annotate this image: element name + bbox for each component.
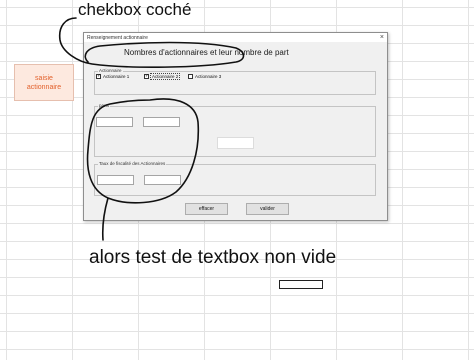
saisie-actionnaire-label: saisie actionnaire [26, 74, 62, 91]
frame-actionnaire-label: Actionnaire [98, 68, 123, 73]
taux-textbox-1[interactable] [97, 175, 134, 185]
valider-button[interactable]: valider [246, 203, 289, 215]
frame-parts-label: parts [98, 103, 111, 108]
dialog-title: Renseignement actionnaire [87, 34, 148, 41]
frame-taux-fiscalite: Taux de fiscalité des Actionnaires [94, 161, 376, 196]
parts-textbox-1[interactable] [96, 117, 133, 127]
stray-textbox[interactable] [279, 280, 323, 289]
taux-textbox-2[interactable] [144, 175, 181, 185]
parts-textbox-2[interactable] [143, 117, 180, 127]
checkbox-actionnaire-2[interactable]: ✓ Actionnaire 2 [144, 73, 181, 80]
renseignement-actionnaire-dialog: Renseignement actionnaire × Nombres d'ac… [83, 32, 388, 221]
annotation-checkbox-checked: chekbox coché [78, 0, 192, 19]
checkbox-box[interactable] [188, 74, 193, 79]
close-icon[interactable]: × [380, 34, 384, 41]
saisie-actionnaire-button[interactable]: saisie actionnaire [14, 64, 74, 101]
checkbox-label: Actionnaire 1 [103, 74, 130, 79]
dialog-heading: Nombres d'actionnaires et leur nombre de… [124, 48, 289, 57]
parts-textbox-3[interactable] [217, 137, 254, 149]
dialog-titlebar: Renseignement actionnaire × [84, 33, 387, 42]
checkbox-label: Actionnaire 2 [149, 73, 181, 80]
frame-taux-label: Taux de fiscalité des Actionnaires [98, 161, 167, 166]
checkbox-actionnaire-1[interactable]: ✓ Actionnaire 1 [96, 74, 129, 79]
checkbox-box[interactable]: ✓ [96, 74, 101, 79]
frame-actionnaire: Actionnaire [94, 68, 376, 95]
frame-parts: parts [94, 103, 376, 157]
checkbox-box[interactable]: ✓ [144, 74, 149, 79]
checkbox-actionnaire-3[interactable]: Actionnaire 3 [188, 74, 221, 79]
annotation-textbox-test: alors test de textbox non vide [89, 247, 337, 268]
effacer-button[interactable]: effacer [185, 203, 228, 215]
checkbox-label: Actionnaire 3 [195, 74, 222, 79]
